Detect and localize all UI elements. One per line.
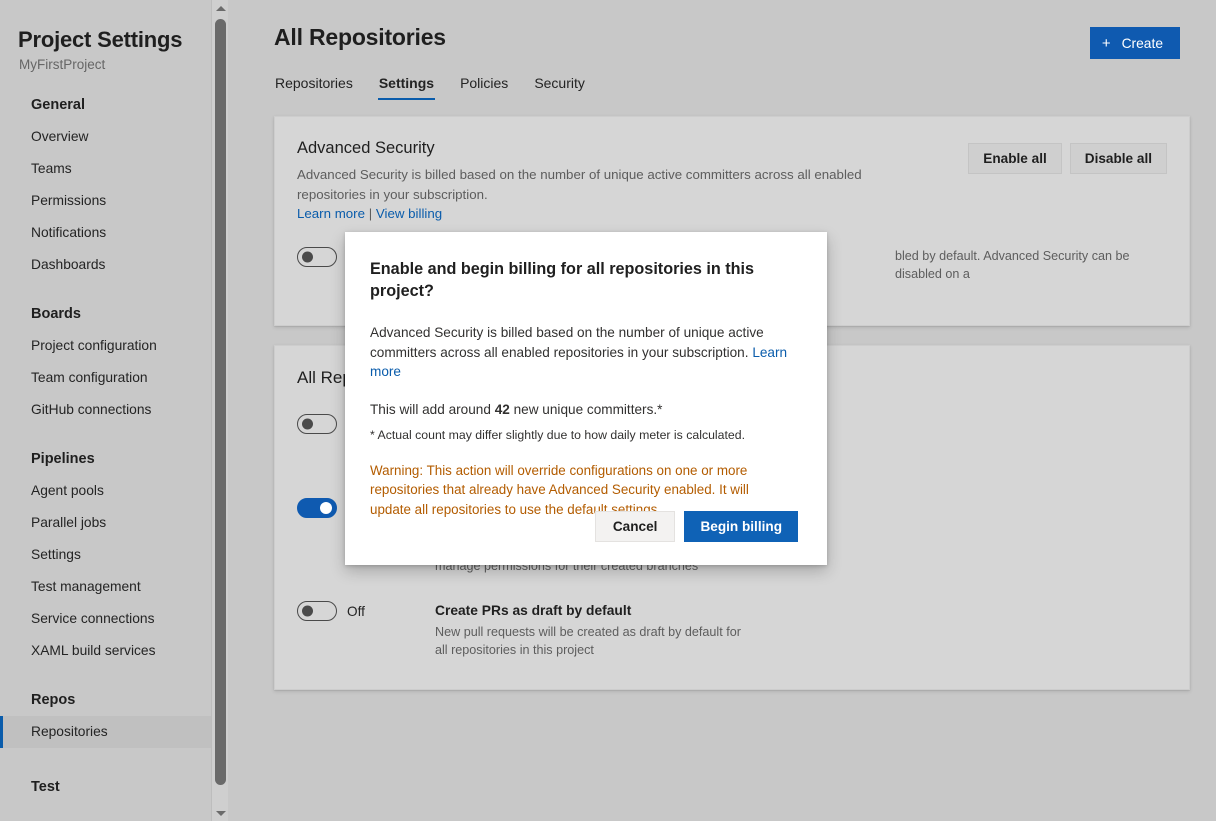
plus-icon: + xyxy=(1102,36,1111,51)
create-button[interactable]: + Create xyxy=(1090,27,1180,59)
create-button-label: Create xyxy=(1122,36,1163,51)
sidebar-spacer xyxy=(0,748,228,754)
advanced-security-links: Learn more | View billing xyxy=(297,206,1167,221)
sidebar-item-agent-pools[interactable]: Agent pools xyxy=(0,475,228,507)
sidebar-item-test-management[interactable]: Test management xyxy=(0,571,228,603)
scrollbar-thumb[interactable] xyxy=(215,19,226,785)
dialog-count-suffix: new unique committers.* xyxy=(510,402,663,417)
project-name-label: MyFirstProject xyxy=(0,54,228,72)
sidebar-item-service-connections[interactable]: Service connections xyxy=(0,603,228,635)
nav-group-pipelines: Pipelines xyxy=(0,451,228,467)
project-settings-title: Project Settings xyxy=(0,0,228,54)
page-title: All Repositories xyxy=(274,0,1190,51)
link-separator: | xyxy=(369,206,372,221)
repo-toggle-wrap-3: Off xyxy=(297,601,431,621)
disable-all-button[interactable]: Disable all xyxy=(1070,143,1167,174)
scroll-up-icon[interactable] xyxy=(212,0,228,17)
sidebar-item-github-connections[interactable]: GitHub connections xyxy=(0,394,228,426)
advanced-security-actions: Enable all Disable all xyxy=(968,143,1167,174)
nav-group-general: General xyxy=(0,97,228,113)
sidebar-item-xaml-build-services[interactable]: XAML build services xyxy=(0,635,228,667)
toggle-knob xyxy=(302,606,313,617)
repo-toggle-title-3: Create PRs as draft by default xyxy=(435,601,725,620)
dialog-body: Advanced Security is billed based on the… xyxy=(370,323,793,382)
cancel-button[interactable]: Cancel xyxy=(595,511,676,542)
sidebar-item-settings[interactable]: Settings xyxy=(0,539,228,571)
repo-toggle-subtitle-3: New pull requests will be created as dra… xyxy=(435,623,745,659)
view-billing-link[interactable]: View billing xyxy=(376,206,442,221)
toggle-knob xyxy=(320,502,332,514)
advanced-security-description: Advanced Security is billed based on the… xyxy=(297,165,917,205)
dialog-footnote: * Actual count may differ slightly due t… xyxy=(370,428,793,442)
dialog-committer-count: This will add around 42 new unique commi… xyxy=(370,402,793,417)
begin-billing-button[interactable]: Begin billing xyxy=(684,511,798,542)
learn-more-link[interactable]: Learn more xyxy=(297,206,365,221)
repo-toggle-state-3: Off xyxy=(347,604,365,619)
repo-toggle-2[interactable] xyxy=(297,498,337,518)
toggle-knob xyxy=(302,419,313,430)
scroll-down-icon[interactable] xyxy=(212,804,228,821)
repo-toggle-text-3: Create PRs as draft by default New pull … xyxy=(431,601,1167,659)
sidebar-content: Project Settings MyFirstProject General … xyxy=(0,0,228,795)
sidebar-item-project-configuration[interactable]: Project configuration xyxy=(0,330,228,362)
nav-group-boards: Boards xyxy=(0,306,228,322)
dialog-count-value: 42 xyxy=(495,402,510,417)
sidebar-item-notifications[interactable]: Notifications xyxy=(0,217,228,249)
dialog-actions: Cancel Begin billing xyxy=(595,511,798,542)
repo-toggle-1[interactable] xyxy=(297,414,337,434)
sidebar: Project Settings MyFirstProject General … xyxy=(0,0,228,821)
sidebar-item-repositories[interactable]: Repositories xyxy=(0,716,228,748)
sidebar-item-overview[interactable]: Overview xyxy=(0,121,228,153)
begin-billing-dialog: Enable and begin billing for all reposit… xyxy=(345,232,827,565)
sidebar-scrollbar[interactable] xyxy=(211,0,228,821)
sidebar-item-dashboards[interactable]: Dashboards xyxy=(0,249,228,281)
repo-toggle-3[interactable] xyxy=(297,601,337,621)
sidebar-item-permissions[interactable]: Permissions xyxy=(0,185,228,217)
advanced-security-toggle[interactable] xyxy=(297,247,337,267)
sidebar-item-teams[interactable]: Teams xyxy=(0,153,228,185)
dialog-body-text: Advanced Security is billed based on the… xyxy=(370,325,764,360)
tab-policies[interactable]: Policies xyxy=(459,71,509,100)
tab-repositories[interactable]: Repositories xyxy=(274,71,354,100)
dialog-title: Enable and begin billing for all reposit… xyxy=(370,258,793,302)
nav-group-repos: Repos xyxy=(0,692,228,708)
tab-settings[interactable]: Settings xyxy=(378,71,435,100)
sidebar-item-parallel-jobs[interactable]: Parallel jobs xyxy=(0,507,228,539)
app-root: Project Settings MyFirstProject General … xyxy=(0,0,1216,821)
toggle-knob xyxy=(302,252,313,263)
sidebar-item-team-configuration[interactable]: Team configuration xyxy=(0,362,228,394)
repo-toggle-row-3: Off Create PRs as draft by default New p… xyxy=(297,601,1167,659)
nav-group-test: Test xyxy=(0,779,228,795)
enable-all-button[interactable]: Enable all xyxy=(968,143,1061,174)
tab-security[interactable]: Security xyxy=(533,71,586,100)
dialog-count-prefix: This will add around xyxy=(370,402,495,417)
tab-bar: Repositories Settings Policies Security xyxy=(274,71,1190,100)
